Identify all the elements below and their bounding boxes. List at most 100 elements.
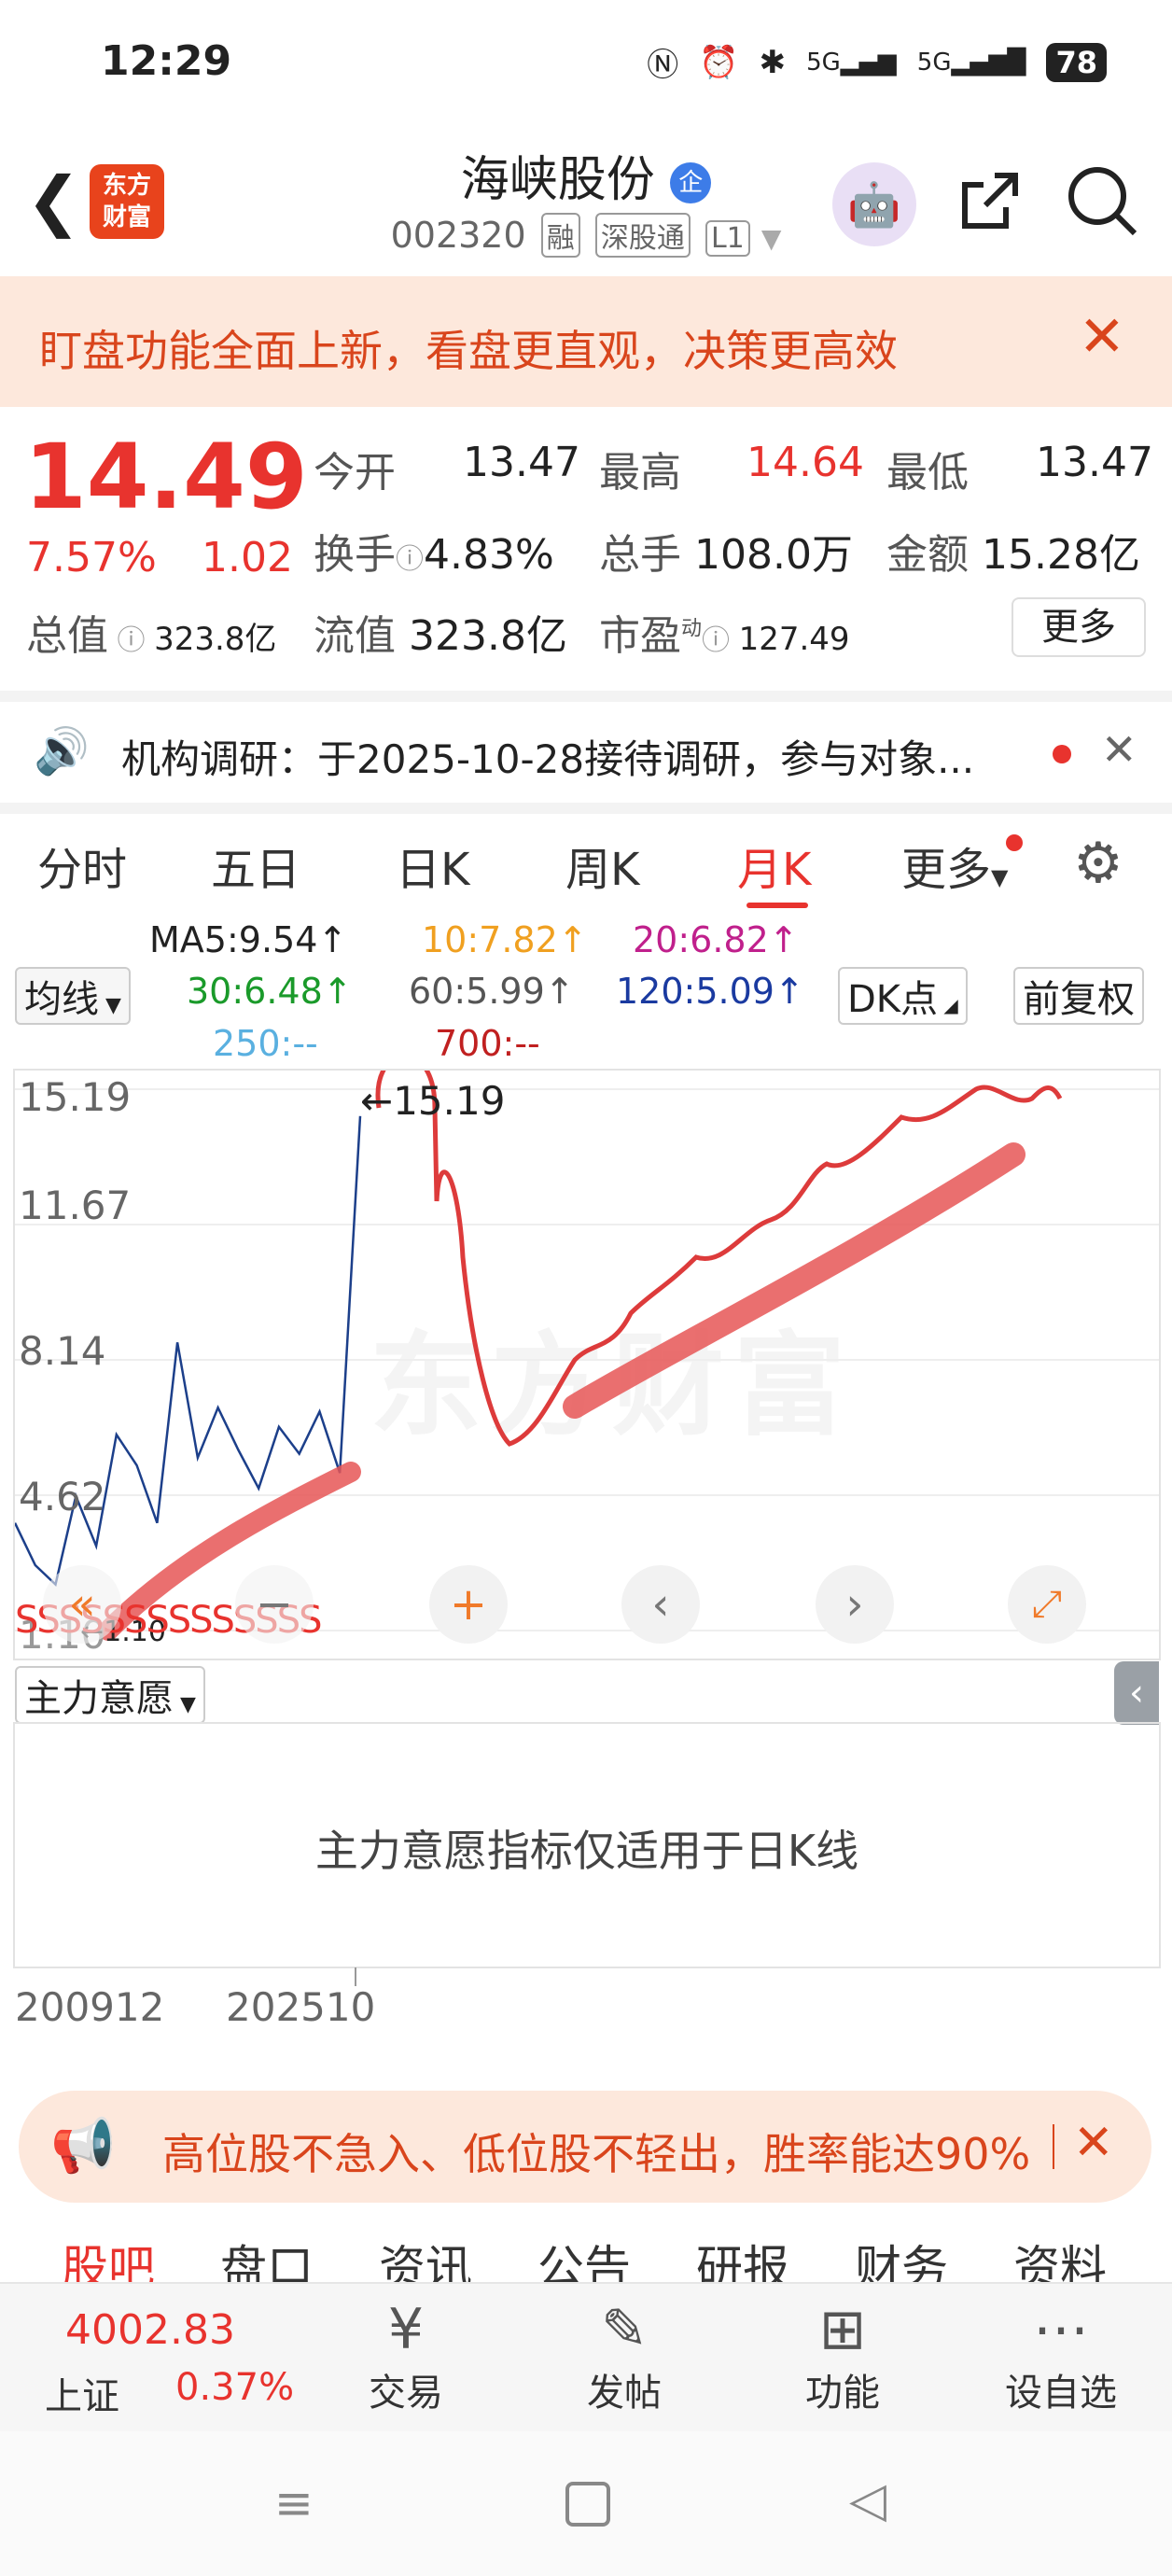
stock-code: 002320 bbox=[390, 215, 526, 256]
x-axis-tick bbox=[355, 1967, 356, 1986]
tab-five-day[interactable]: 五日 bbox=[211, 833, 300, 898]
y-tick-label: 8.14 bbox=[19, 1328, 106, 1374]
status-time: 12:29 bbox=[101, 37, 232, 85]
scroll-left-button[interactable]: ‹ bbox=[621, 1565, 700, 1644]
index-pct: 0.37% bbox=[175, 2366, 295, 2409]
ad-text: 高位股不急入、低位股不轻出，胜率能达90% bbox=[162, 2129, 1031, 2179]
zoom-out-button[interactable]: − bbox=[235, 1565, 314, 1644]
max-price-label: ←15.19 bbox=[360, 1078, 506, 1124]
enterprise-badge: 企 bbox=[670, 162, 712, 203]
menu-icon[interactable]: ≡ bbox=[274, 2476, 314, 2530]
amount-value: 15.28亿 bbox=[982, 531, 1140, 579]
tag-connect: 深股通 bbox=[594, 213, 691, 258]
status-bar: 12:29 Ⓝ ⏰ ✱ 5G▂▄▆ 5G▂▄▆█ 78 bbox=[0, 0, 1172, 131]
volume-label: 总手 108.0万 bbox=[599, 531, 853, 579]
adjust-selector[interactable]: 前复权 bbox=[1013, 967, 1144, 1025]
dropdown-icon: ▼ bbox=[760, 223, 782, 254]
zoom-in-button[interactable]: + bbox=[429, 1565, 508, 1644]
bottom-toolbar: 4002.83 上证 0.37% ¥ 交易 ✎ 发帖 ⊞ 功能 ⋯ 设自选 bbox=[0, 2282, 1172, 2433]
mktcap-value: 323.8亿 bbox=[154, 621, 277, 658]
index-name: 上证 bbox=[45, 2375, 119, 2418]
kline-chart[interactable]: 东方财富 15.19 11.67 8.14 4.62 1.10 ←15.19 ←… bbox=[13, 1069, 1161, 1660]
share-icon[interactable] bbox=[952, 164, 1026, 243]
tab-monthly-k[interactable]: 月K bbox=[737, 833, 811, 898]
ma60-label: 60:5.99↑ bbox=[409, 971, 575, 1012]
low-label: 最低 bbox=[886, 449, 969, 497]
high-label: 最高 bbox=[599, 449, 681, 497]
trade-button[interactable]: ¥ 交易 bbox=[355, 2297, 457, 2416]
open-label: 今开 bbox=[314, 449, 396, 497]
fullscreen-icon[interactable]: ⤢ bbox=[1008, 1565, 1086, 1644]
unread-dot bbox=[1053, 745, 1071, 763]
yuan-icon: ¥ bbox=[387, 2297, 425, 2362]
chart-svg bbox=[15, 1071, 1159, 1641]
index-value[interactable]: 4002.83 bbox=[65, 2306, 235, 2354]
tag-level: L1 bbox=[705, 220, 750, 257]
search-icon[interactable] bbox=[1064, 162, 1142, 245]
float-label: 流值 323.8亿 bbox=[314, 612, 567, 660]
mktcap-label: 总值 ⓘ 323.8亿 bbox=[26, 612, 277, 660]
ma30-label: 30:6.48↑ bbox=[187, 971, 353, 1012]
home-icon[interactable] bbox=[565, 2482, 610, 2527]
red-dot bbox=[1006, 834, 1023, 851]
tab-more[interactable]: 更多▼ bbox=[901, 833, 1008, 898]
volume-value: 108.0万 bbox=[694, 531, 853, 579]
annotation-curve bbox=[375, 1071, 1063, 1447]
post-button[interactable]: ✎ 发帖 bbox=[573, 2297, 676, 2416]
status-icons: Ⓝ ⏰ ✱ 5G▂▄▆ 5G▂▄▆█ 78 bbox=[647, 39, 1107, 85]
banner-text: 盯盘功能全面上新，看盘更直观，决策更高效 bbox=[39, 326, 898, 376]
more-quote-button[interactable]: 更多 bbox=[1012, 597, 1146, 657]
float-value: 323.8亿 bbox=[409, 612, 567, 660]
low-value: 13.47 bbox=[1036, 439, 1153, 486]
close-icon[interactable]: ✕ bbox=[1101, 724, 1137, 775]
research-notice[interactable]: 🔊 机构调研：于2025-10-28接待调研，参与对象... ✕ bbox=[0, 691, 1172, 805]
feature-banner[interactable]: 盯盘功能全面上新，看盘更直观，决策更高效 ✕ bbox=[0, 276, 1172, 407]
alarm-icon: ⏰ bbox=[699, 43, 739, 81]
turnover-label: 换手ⓘ4.83% bbox=[314, 531, 554, 579]
ma10-label: 10:7.82↑ bbox=[422, 919, 588, 960]
close-icon[interactable]: ✕ bbox=[1079, 304, 1125, 370]
edit-icon: ✎ bbox=[600, 2297, 649, 2362]
stock-name: 海峡股份 bbox=[460, 152, 655, 208]
scroll-left-fast-button[interactable]: « bbox=[43, 1565, 121, 1644]
nfc-icon: Ⓝ bbox=[647, 47, 679, 84]
collapse-panel-button[interactable]: ‹ bbox=[1114, 1661, 1159, 1725]
pe-value: 127.49 bbox=[738, 621, 850, 658]
pe-label: 市盈动ⓘ 127.49 bbox=[599, 612, 850, 660]
current-price: 14.49 bbox=[24, 425, 308, 529]
tab-weekly-k[interactable]: 周K bbox=[565, 833, 639, 898]
promo-ad[interactable]: 📢 高位股不急入、低位股不轻出，胜率能达90% ✕ bbox=[19, 2091, 1151, 2203]
megaphone-icon: 📢 bbox=[50, 2116, 116, 2177]
divider bbox=[1053, 2124, 1054, 2169]
battery-indicator: 78 bbox=[1046, 42, 1107, 82]
more-dots-icon: ⋯ bbox=[1033, 2297, 1089, 2362]
add-watchlist-button[interactable]: ⋯ 设自选 bbox=[1000, 2297, 1122, 2416]
robot-assistant-icon[interactable]: 🤖 bbox=[832, 162, 916, 246]
settings-gear-icon[interactable]: ⚙ bbox=[1073, 831, 1123, 896]
period-tabs: 分时 五日 日K 周K 月K 更多▼ ⚙ bbox=[0, 803, 1172, 917]
indicator-selector[interactable]: 主力意愿 ▼ bbox=[15, 1666, 205, 1724]
open-value: 13.47 bbox=[463, 439, 580, 486]
tab-daily-k[interactable]: 日K bbox=[396, 833, 469, 898]
back-nav-icon[interactable]: ◁ bbox=[849, 2472, 886, 2528]
tag-margin: 融 bbox=[540, 213, 580, 258]
grid-icon: ⊞ bbox=[818, 2297, 867, 2362]
indicator-panel: 主力意愿指标仅适用于日K线 bbox=[13, 1722, 1161, 1968]
y-tick-label: 11.67 bbox=[19, 1183, 132, 1228]
scroll-right-button[interactable]: › bbox=[816, 1565, 894, 1644]
ma-selector[interactable]: 均线 ▼ bbox=[15, 967, 131, 1025]
ma250-label: 250:-- bbox=[213, 1023, 318, 1064]
indicator-message: 主力意愿指标仅适用于日K线 bbox=[314, 1826, 859, 1876]
signal-icon-2: 5G▂▄▆█ bbox=[916, 48, 1026, 77]
close-icon[interactable]: ✕ bbox=[1073, 2115, 1114, 2171]
change-amount: 1.02 bbox=[202, 534, 293, 581]
annotation-stroke-right bbox=[563, 1142, 1026, 1419]
change-pct: 7.57% bbox=[26, 534, 157, 581]
amount-label: 金额 15.28亿 bbox=[886, 531, 1140, 579]
tab-intraday[interactable]: 分时 bbox=[37, 833, 127, 898]
bluetooth-icon: ✱ bbox=[759, 43, 787, 81]
ma120-label: 120:5.09↑ bbox=[616, 971, 804, 1012]
functions-button[interactable]: ⊞ 功能 bbox=[791, 2297, 894, 2416]
signal-icon: 5G▂▄▆ bbox=[806, 48, 897, 77]
dk-point-selector[interactable]: DK点 ◢ bbox=[838, 967, 968, 1025]
